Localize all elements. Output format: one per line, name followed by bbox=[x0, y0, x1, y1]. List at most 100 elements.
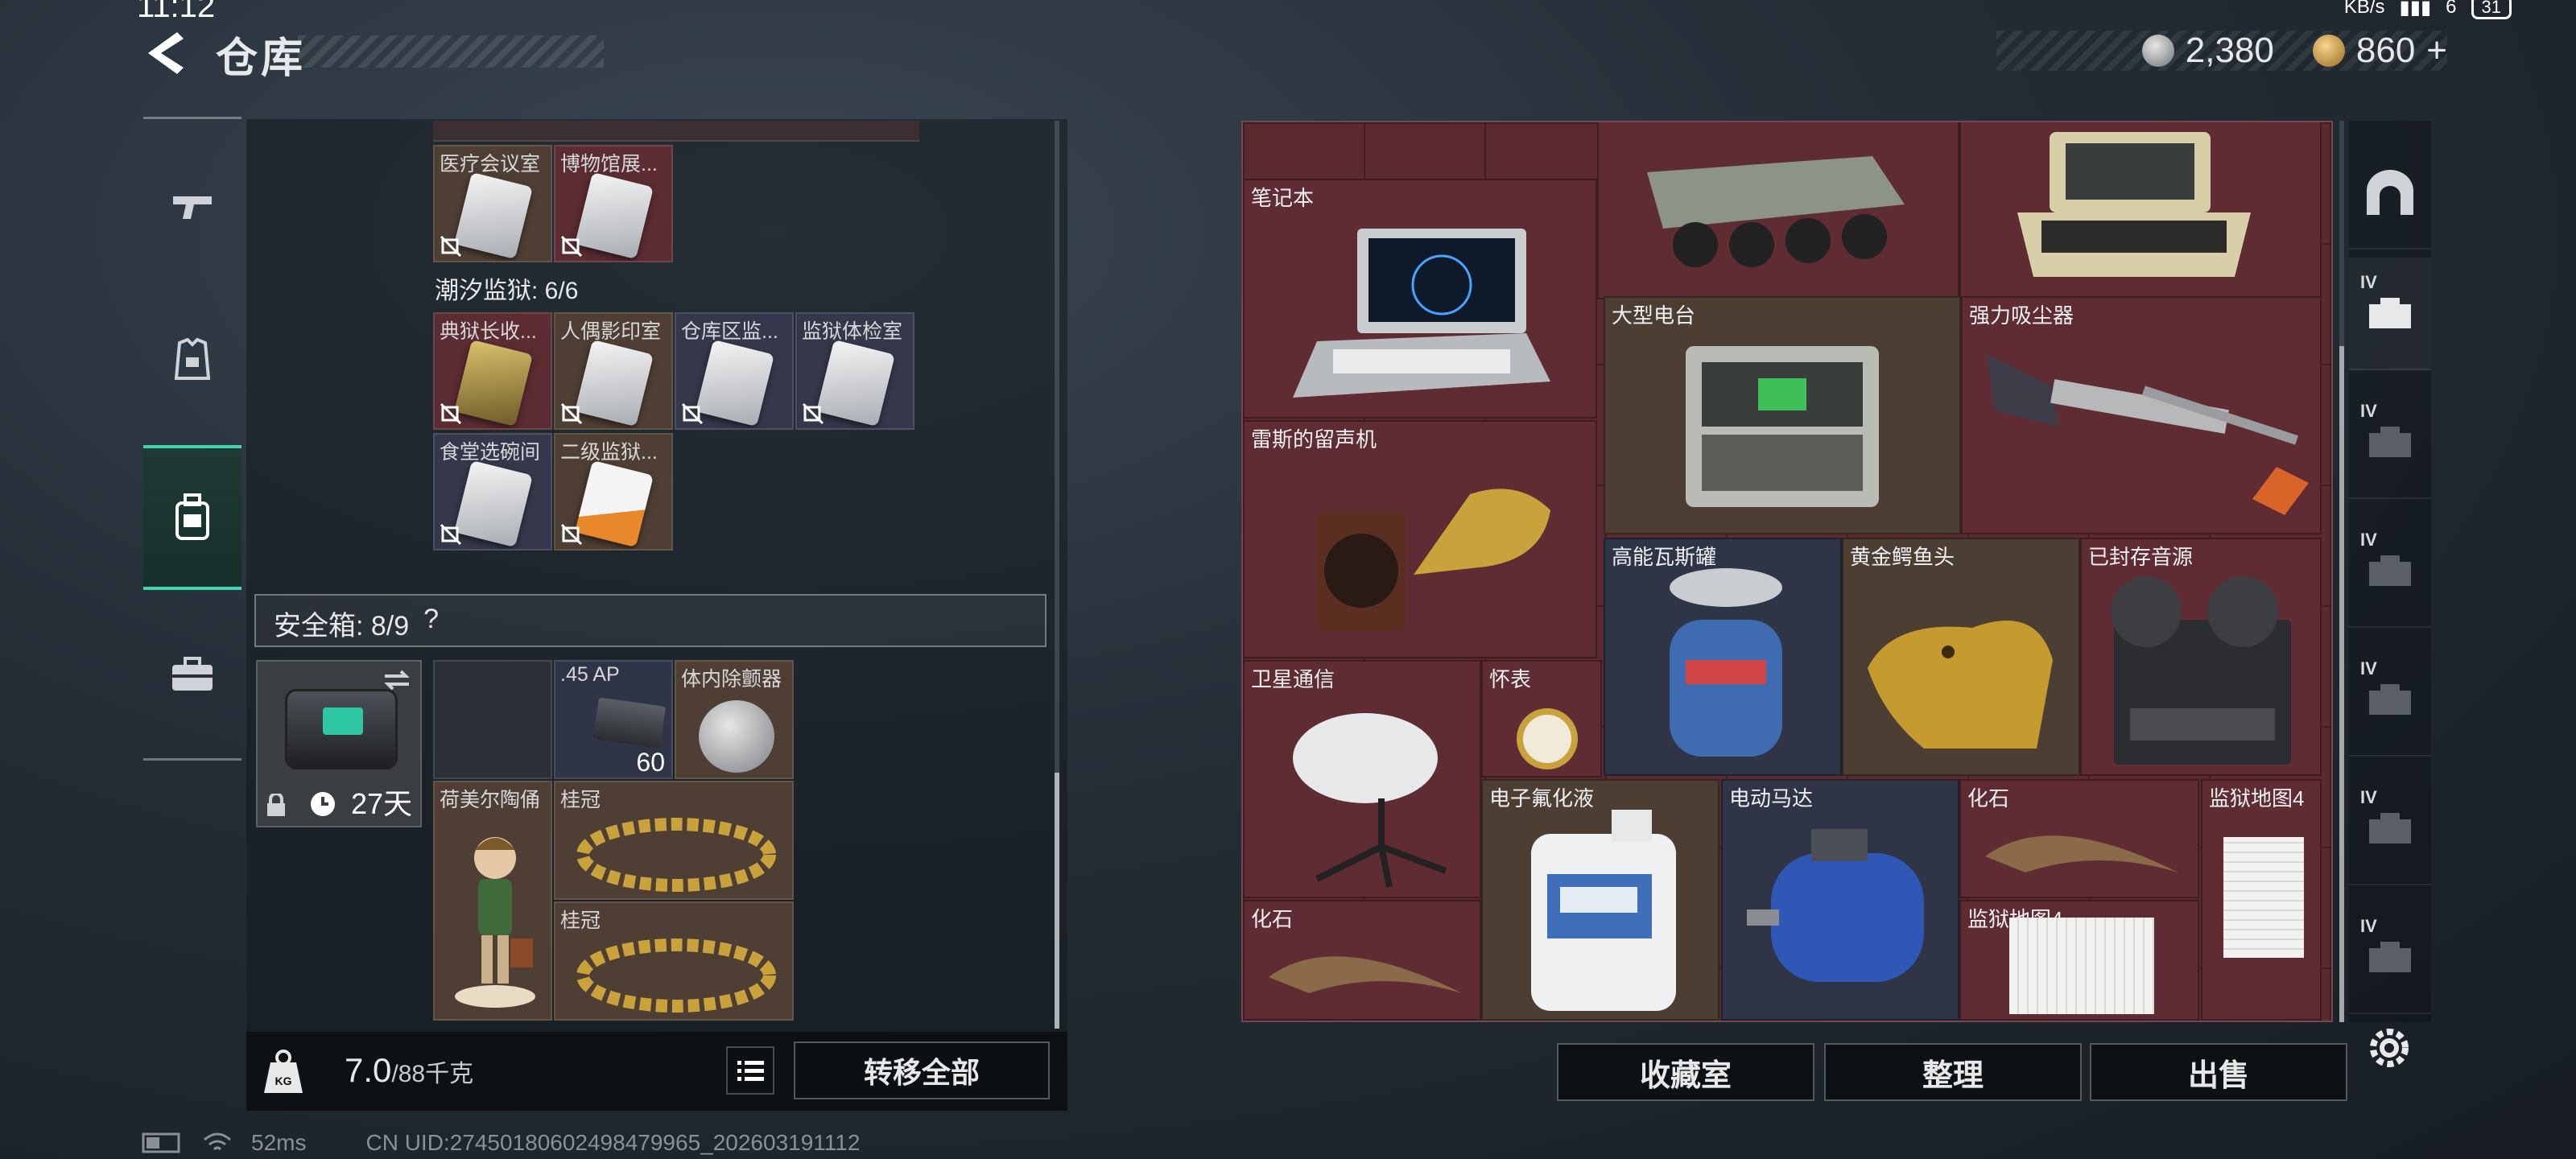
transfer-all-button[interactable]: 转移全部 bbox=[794, 1041, 1050, 1099]
backpack-scrollbar[interactable] bbox=[1055, 121, 1059, 1029]
add-currency-button[interactable]: + bbox=[2426, 31, 2447, 71]
container-icon bbox=[2369, 298, 2411, 328]
prison-section-title: 潮汐监狱: 6/6 bbox=[435, 278, 579, 304]
keycard-image bbox=[575, 171, 654, 260]
prison-map-item[interactable]: 监狱地图4 bbox=[2201, 779, 2322, 1021]
safebox-container[interactable]: 27天 bbox=[256, 660, 422, 827]
tape-recorder-item[interactable]: 已封存音源 bbox=[2080, 538, 2322, 776]
organize-button[interactable]: 整理 bbox=[1824, 1043, 2082, 1101]
motor-item[interactable]: 电动马达 bbox=[1721, 779, 1959, 1021]
prison-map-item[interactable]: 监狱地图4 bbox=[1959, 900, 2199, 1021]
laurel-slot[interactable]: 桂冠 bbox=[554, 781, 794, 900]
pocket-watch-item[interactable]: 怀表 bbox=[1481, 660, 1602, 777]
currency-bar[interactable]: 2,380 860 + bbox=[1996, 31, 2447, 71]
category-nav bbox=[143, 117, 242, 761]
keycard-slot[interactable]: 二级监狱... bbox=[554, 433, 673, 551]
uid-text: CN UID:27450180602498479965_202603191112 bbox=[365, 1130, 861, 1155]
vacuum-item[interactable]: 强力吸尘器 bbox=[1961, 296, 2322, 534]
fossil-item[interactable]: 化石 bbox=[1243, 900, 1481, 1021]
keycard-slot[interactable]: 仓库区监... bbox=[675, 312, 794, 430]
armored-vehicle-image bbox=[1647, 156, 1905, 267]
silver-coin-icon bbox=[2141, 35, 2174, 67]
laurel-slot[interactable]: 桂冠 bbox=[554, 901, 794, 1021]
help-icon[interactable]: ? bbox=[423, 604, 439, 637]
keycard-slot[interactable]: 监狱体检室 bbox=[795, 312, 914, 430]
tab-level: IV bbox=[2360, 916, 2377, 936]
rail-tab-2[interactable]: IV bbox=[2349, 386, 2431, 499]
armored-vehicle-item[interactable] bbox=[1597, 122, 1959, 299]
keycard-label: 监狱体检室 bbox=[802, 320, 903, 343]
fossil-item[interactable]: 化石 bbox=[1959, 779, 2199, 898]
gold-croc-item[interactable]: 黄金鳄鱼头 bbox=[1842, 538, 2080, 776]
keycard-slot[interactable]: 典狱长收... bbox=[433, 312, 552, 430]
battery-icon bbox=[142, 1132, 180, 1153]
radio-image bbox=[1686, 346, 1879, 507]
keycard-image bbox=[454, 460, 533, 548]
field-case-item[interactable] bbox=[1959, 122, 2322, 299]
clock-icon bbox=[311, 792, 335, 816]
nav-armor[interactable] bbox=[143, 288, 242, 433]
rail-tab-3[interactable]: IV bbox=[2349, 515, 2431, 628]
ping-value: 52ms bbox=[251, 1130, 307, 1155]
gold-coin-icon bbox=[2312, 35, 2345, 67]
satellite-item[interactable]: 卫星通信 bbox=[1243, 660, 1481, 898]
nav-briefcase[interactable] bbox=[143, 602, 242, 747]
rail-tab-5[interactable]: IV bbox=[2349, 773, 2431, 885]
item-label: .45 AP bbox=[560, 663, 620, 686]
keycard-slot[interactable]: 人偶影印室 bbox=[554, 312, 673, 430]
keycard-label: 医疗会议室 bbox=[440, 153, 541, 175]
nav-backpack[interactable] bbox=[143, 445, 242, 590]
keycard-label: 食堂选碗间 bbox=[440, 441, 541, 464]
net-speed: KB/s bbox=[2343, 0, 2385, 18]
rail-tab-1[interactable]: IV bbox=[2349, 258, 2431, 370]
rail-tab-4[interactable]: IV bbox=[2349, 644, 2431, 757]
ammo-slot[interactable]: .45 AP 60 bbox=[554, 660, 673, 779]
no-transfer-icon bbox=[440, 235, 462, 258]
weight-display: 7.0/88千克 bbox=[345, 1051, 473, 1090]
weight-max: /88千克 bbox=[391, 1061, 474, 1087]
collection-room-button[interactable]: 收藏室 bbox=[1557, 1043, 1814, 1101]
gramophone-item[interactable]: 雷斯的留声机 bbox=[1243, 420, 1597, 658]
status-bar: KB/s ▮▮▮ 6 31 bbox=[2344, 0, 2512, 19]
list-view-button[interactable] bbox=[726, 1046, 774, 1095]
keycard-slot[interactable]: 博物馆展... bbox=[554, 145, 673, 262]
gramophone-image bbox=[1317, 489, 1550, 631]
empty-slot[interactable] bbox=[433, 660, 552, 779]
item-label: 体内除颤器 bbox=[681, 668, 782, 691]
no-transfer-icon bbox=[802, 402, 824, 425]
stash-scrollbar[interactable] bbox=[2339, 121, 2344, 1022]
item-label: 电子氟化液 bbox=[1489, 786, 1595, 810]
rail-tab-home[interactable] bbox=[2349, 137, 2431, 250]
laptop-item[interactable]: 笔记本 bbox=[1243, 179, 1597, 419]
title-decoration bbox=[298, 35, 604, 68]
figurine-slot[interactable]: 荷美尔陶俑 bbox=[433, 781, 552, 1021]
defibrillator-slot[interactable]: 体内除颤器 bbox=[675, 660, 794, 779]
weight-current: 7.0 bbox=[345, 1051, 392, 1089]
keycard-image bbox=[696, 339, 774, 427]
radio-item[interactable]: 大型电台 bbox=[1604, 296, 1961, 534]
wifi-signal-count: 6 bbox=[2446, 0, 2457, 18]
keycard-slot[interactable]: 食堂选碗间 bbox=[433, 433, 552, 551]
keycard-image bbox=[454, 171, 533, 260]
back-arrow-icon[interactable] bbox=[142, 29, 187, 77]
stash-grid[interactable]: 笔记本 大型电台 强力吸尘器 雷斯的留声机 高能瓦斯罐 黄金鳄鱼头 已封存音源 … bbox=[1241, 121, 2333, 1022]
container-icon bbox=[2369, 427, 2411, 457]
coolant-item[interactable]: 电子氟化液 bbox=[1481, 779, 1719, 1021]
keycard-label: 人偶影印室 bbox=[560, 320, 662, 343]
backpack-footer: KG 7.0/88千克 转移全部 bbox=[246, 1032, 1067, 1111]
item-label: 黄金鳄鱼头 bbox=[1850, 545, 1955, 569]
safebox-header[interactable]: 安全箱: 8/9 ? bbox=[254, 594, 1046, 647]
gas-canister-item[interactable]: 高能瓦斯罐 bbox=[1604, 538, 1842, 776]
container-icon bbox=[2369, 942, 2411, 972]
rail-tab-6[interactable]: IV bbox=[2349, 901, 2431, 1014]
no-transfer-icon bbox=[440, 402, 462, 425]
lock-icon bbox=[267, 794, 285, 816]
container-icon bbox=[2369, 684, 2411, 715]
item-label: 电动马达 bbox=[1729, 786, 1814, 810]
item-label: 怀表 bbox=[1489, 667, 1532, 691]
sell-button[interactable]: 出售 bbox=[2090, 1043, 2347, 1101]
keycard-slot[interactable]: 医疗会议室 bbox=[433, 145, 552, 262]
nav-weapons[interactable] bbox=[143, 135, 242, 280]
figurine-image bbox=[455, 837, 535, 1008]
gear-icon[interactable] bbox=[2363, 1022, 2415, 1074]
